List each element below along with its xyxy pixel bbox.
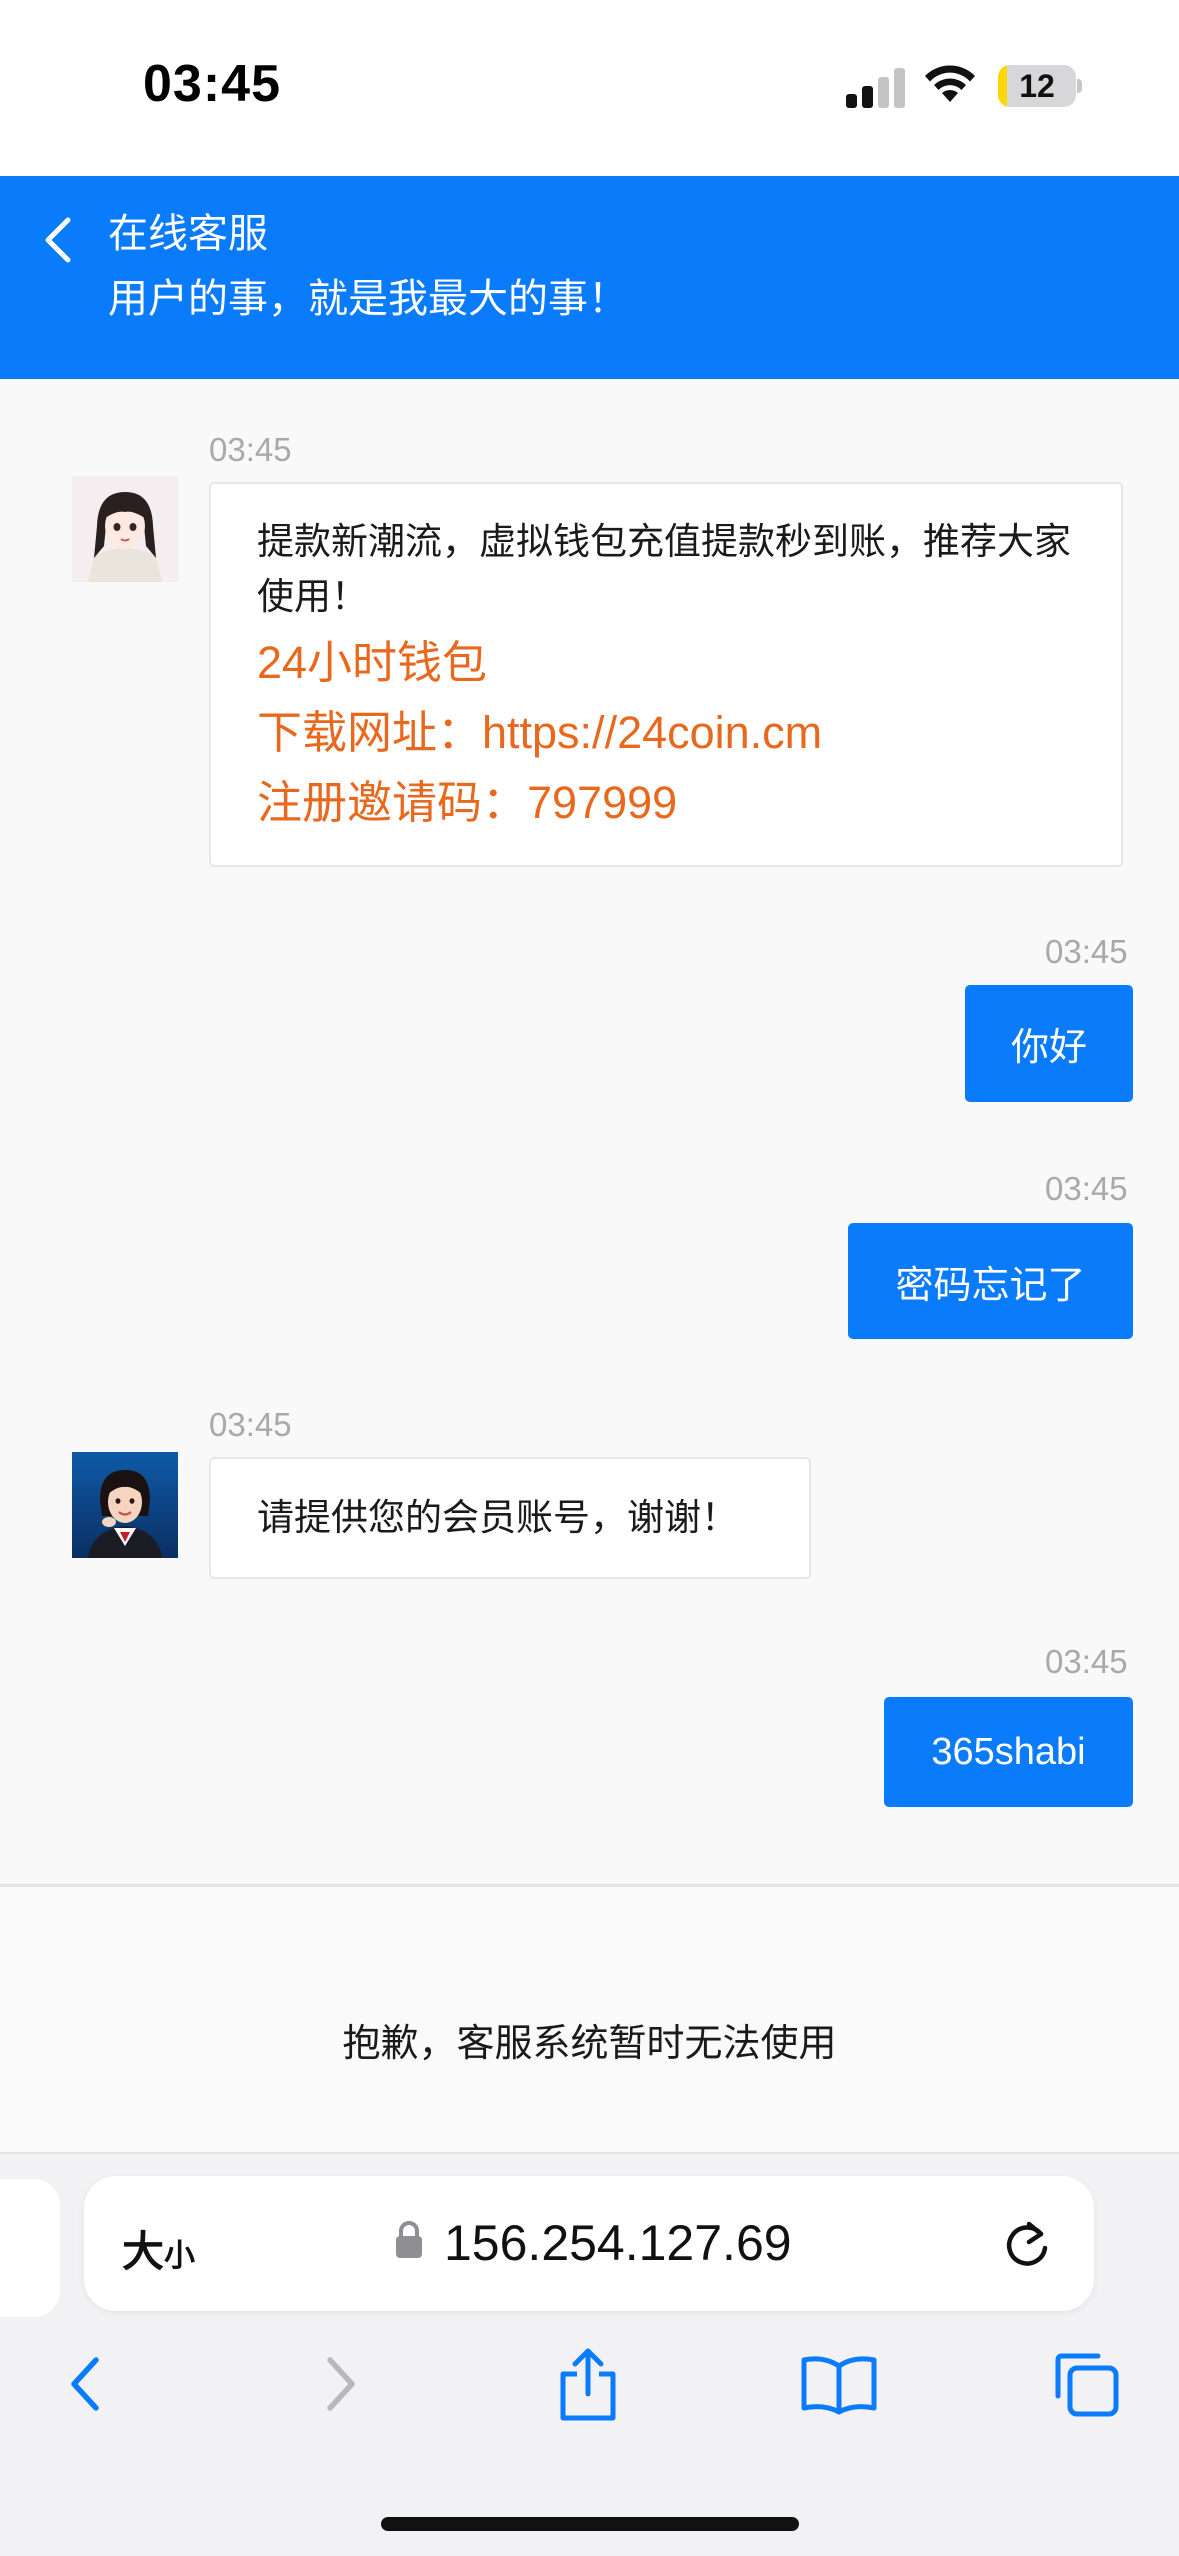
reload-icon[interactable] <box>1001 2216 1053 2272</box>
promo-download-url[interactable]: 下载网址：https://24coin.cm <box>257 698 1097 768</box>
message-timestamp: 03:45 <box>209 1406 292 1443</box>
lock-icon <box>396 2221 422 2258</box>
text-size-button[interactable]: 大小 <box>122 2218 195 2279</box>
home-indicator[interactable] <box>381 2517 799 2531</box>
bookmarks-icon[interactable] <box>800 2354 878 2416</box>
cellular-signal-icon <box>846 66 906 108</box>
tabs-icon[interactable] <box>1052 2350 1122 2420</box>
battery-icon: 12 <box>998 65 1076 107</box>
url-text[interactable]: 156.254.127.69 <box>444 2214 792 2272</box>
female-avatar-illustration <box>72 476 178 582</box>
message-text: 请提供您的会员账号，谢谢！ <box>257 1496 738 1539</box>
message-timestamp: 03:45 <box>209 431 292 468</box>
service-unavailable-panel: 抱歉，客服系统暂时无法使用 <box>0 1884 1179 2154</box>
service-unavailable-text: 抱歉，客服系统暂时无法使用 <box>342 2021 837 2065</box>
text-size-small-label: 小 <box>164 2238 196 2274</box>
share-icon[interactable] <box>555 2346 621 2424</box>
text-size-big-label: 大 <box>122 2227 165 2276</box>
chat-header: 在线客服 用户的事，就是我最大的事！ <box>0 176 1179 379</box>
chat-message-list[interactable]: 03:45 提款新潮流，虚拟钱包充值提款秒到账，推荐大家使用！ 24小时钱包 下… <box>0 379 1179 1884</box>
message-bubble-outgoing: 365shabi <box>884 1697 1133 1807</box>
header-subtitle: 用户的事，就是我最大的事！ <box>108 276 628 322</box>
battery-cap <box>1077 79 1082 93</box>
back-chevron-icon[interactable] <box>38 208 78 272</box>
browser-toolbar: 大小 156.254.127.69 <box>0 2154 1179 2556</box>
promo-invite-code: 注册邀请码：797999 <box>257 777 678 828</box>
message-bubble-outgoing: 你好 <box>965 985 1133 1102</box>
status-bar: 03:45 12 <box>0 0 1179 176</box>
message-bubble-incoming: 请提供您的会员账号，谢谢！ <box>209 1457 811 1579</box>
forward-icon[interactable] <box>318 2354 362 2414</box>
back-icon[interactable] <box>64 2354 108 2414</box>
wifi-icon <box>925 65 975 102</box>
message-text: 提款新潮流，虚拟钱包充值提款秒到账，推荐大家使用！ <box>257 520 1071 618</box>
promo-wallet-name: 24小时钱包 <box>257 637 488 688</box>
battery-level: 12 <box>1019 68 1055 104</box>
status-time: 03:45 <box>143 55 281 113</box>
message-bubble-incoming: 提款新潮流，虚拟钱包充值提款秒到账，推荐大家使用！ 24小时钱包 下载网址：ht… <box>209 482 1123 867</box>
message-timestamp: 03:45 <box>1045 1643 1128 1680</box>
message-bubble-outgoing: 密码忘记了 <box>848 1223 1133 1339</box>
previous-tab-preview[interactable] <box>0 2179 60 2317</box>
header-title: 在线客服 <box>108 211 268 257</box>
address-bar[interactable]: 大小 156.254.127.69 <box>84 2176 1094 2311</box>
customer-service-agent-photo <box>72 1452 178 1558</box>
message-timestamp: 03:45 <box>1045 1170 1128 1207</box>
message-timestamp: 03:45 <box>1045 933 1128 970</box>
